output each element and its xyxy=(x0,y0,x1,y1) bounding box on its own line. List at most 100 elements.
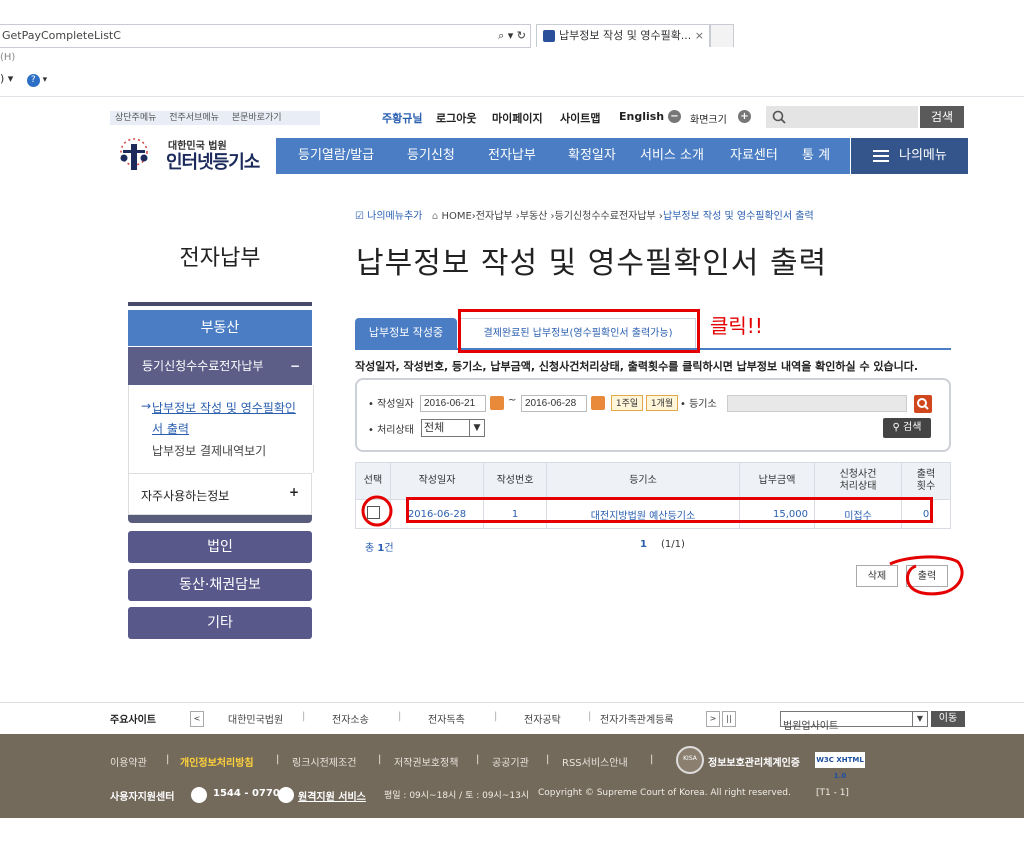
calendar-icon[interactable] xyxy=(591,396,605,410)
nav-item-apply[interactable]: 등기신청 xyxy=(407,138,455,174)
sidebar-item-corp[interactable]: 법인 xyxy=(128,531,312,563)
sidebar-favorites[interactable]: 자주사용하는정보 + xyxy=(128,473,312,515)
sidebar-link-payment-history[interactable]: 납부정보 결제내역보기 xyxy=(152,442,266,459)
status-label: • 처리상태 xyxy=(368,425,414,436)
footer-link-rss[interactable]: RSS서비스안내 xyxy=(562,754,628,769)
registry-input[interactable] xyxy=(727,395,907,412)
pause-icon[interactable]: || xyxy=(722,711,736,727)
footer-site-link[interactable]: 전자공탁 xyxy=(524,711,561,726)
search-input[interactable] xyxy=(766,106,918,128)
logout-link[interactable]: 로그아웃 xyxy=(436,110,476,126)
support-hours: 평일 : 09시~18시 / 토 : 09시~13시 xyxy=(384,791,530,801)
search-submit-label: 검색 xyxy=(903,422,922,433)
my-menu-button[interactable]: 나의메뉴 xyxy=(851,138,968,174)
nav-item-confirm-date[interactable]: 확정일자 xyxy=(568,138,616,174)
nav-item-service[interactable]: 서비스 소개 xyxy=(640,138,704,174)
sidebar-subheader-label: 등기신청수수료전자납부 xyxy=(142,359,264,373)
remote-support-link[interactable]: 원격지원 서비스 xyxy=(298,788,366,803)
guide-link[interactable]: 주황규닐 xyxy=(382,110,422,126)
expand-icon[interactable]: + xyxy=(289,485,299,499)
my-menu-label: 나의메뉴 xyxy=(899,148,947,163)
date-from-input[interactable] xyxy=(420,395,486,412)
skip-link[interactable]: 상단주메뉴 xyxy=(115,113,156,123)
tab-writing[interactable]: 납부정보 작성중 xyxy=(355,318,457,348)
zoom-in-icon[interactable]: + xyxy=(738,110,751,123)
add-my-menu-label: 나의메뉴추가 xyxy=(367,211,423,222)
period-1month-button[interactable]: 1개월 xyxy=(646,395,678,411)
court-emblem-icon[interactable] xyxy=(116,136,152,174)
sidebar-item-etc[interactable]: 기타 xyxy=(128,607,312,639)
menu-fragment[interactable]: (H) xyxy=(0,52,15,63)
nav-item-stats[interactable]: 통 계 xyxy=(802,138,830,174)
col-count: 출력 횟수 xyxy=(901,462,951,500)
col-amount: 납부금액 xyxy=(739,462,815,500)
help-icon[interactable]: ? xyxy=(26,74,40,87)
nav-item-view-issue[interactable]: 등기열람/발급 xyxy=(298,138,374,174)
go-button[interactable]: 이동 xyxy=(931,711,965,727)
sitemap-link[interactable]: 사이트맵 xyxy=(560,110,600,126)
next-icon[interactable]: > xyxy=(706,711,720,727)
date-to-input[interactable] xyxy=(521,395,587,412)
mypage-link[interactable]: 마이페이지 xyxy=(492,110,543,126)
kisa-icon: KISA xyxy=(676,746,704,774)
instructions-text: 작성일자, 작성번호, 등기소, 납부금액, 신청사건처리상태, 출력횟수를 클… xyxy=(355,360,919,373)
zoom-out-icon[interactable]: − xyxy=(668,110,681,123)
skip-link[interactable]: 본문바로가기 xyxy=(232,113,282,123)
add-my-menu-link[interactable]: ☑ 나의메뉴추가 xyxy=(355,211,422,222)
court-sites-select[interactable]: 법원업사이트 ▼ xyxy=(780,711,928,732)
registry-search-button[interactable] xyxy=(914,395,932,413)
hamburger-icon xyxy=(873,150,889,162)
sidebar-link-payment-print[interactable]: 납부정보 작성 및 영수필확인 xyxy=(152,399,296,416)
registry-label: • 등기소 xyxy=(680,399,717,410)
sidebar-subheader[interactable]: 등기신청수수료전자납부 − xyxy=(128,347,312,385)
annotation-click-text: 클릭!! xyxy=(710,314,763,338)
footer-site-link[interactable]: 전자소송 xyxy=(332,711,369,726)
col-registry: 등기소 xyxy=(546,462,740,500)
toolbar-fragment[interactable]: ) ▾ xyxy=(0,72,13,85)
page-info: (1/1) xyxy=(660,539,685,550)
footer-sites-bar: 주요사이트 < 대한민국법원 | 전자소송 | 전자독촉 | 전자공탁 | 전자… xyxy=(0,702,1024,733)
skip-link[interactable]: 전주서브메뉴 xyxy=(169,113,219,123)
new-tab-button[interactable] xyxy=(710,24,734,47)
home-icon: ⌂ xyxy=(431,211,439,222)
footer-site-link[interactable]: 전자독촉 xyxy=(428,711,465,726)
collapse-icon[interactable]: − xyxy=(290,347,300,385)
calendar-icon[interactable] xyxy=(490,396,504,410)
address-bar[interactable]: GetPayCompleteListC ⌕ ▾ ↻ xyxy=(0,24,531,48)
address-controls[interactable]: ⌕ ▾ ↻ xyxy=(498,25,526,47)
nav-item-epayment[interactable]: 전자납부 xyxy=(488,138,536,174)
annotation-circle-print xyxy=(889,555,964,596)
status-select[interactable]: 전체 ▼ xyxy=(421,419,485,437)
sidebar-item-realestate[interactable]: 부동산 xyxy=(128,310,312,346)
footer-site-link[interactable]: 전자가족관계등록 xyxy=(600,711,674,726)
footer-link-terms[interactable]: 이용약관 xyxy=(110,754,147,769)
breadcrumb-home[interactable]: HOME xyxy=(441,211,471,222)
isms-label: 정보보호관리체계인증 xyxy=(708,758,800,769)
breadcrumb: ☑ 나의메뉴추가 ⌂ HOME›전자납부 ›부동산 ›등기신청수수료전자납부 ›… xyxy=(355,207,814,222)
footer-link-linkpolicy[interactable]: 링크시전제조건 xyxy=(292,754,356,769)
logo-title[interactable]: 인터넷등기소 xyxy=(166,148,260,174)
english-link[interactable]: English xyxy=(619,110,664,123)
footer-site-link[interactable]: 대한민국법원 xyxy=(228,711,283,726)
sidebar-link-payment-print-cont[interactable]: 서 출력 xyxy=(152,420,189,437)
search-submit-button[interactable]: ⚲ 검색 xyxy=(883,418,931,438)
search-button[interactable]: 검색 xyxy=(920,106,964,128)
zoom-label: 화면크기 xyxy=(690,115,727,126)
sidebar-divider xyxy=(128,302,312,306)
kisa-label: KISA xyxy=(683,755,697,762)
breadcrumb-path: ›전자납부 ›부동산 ›등기신청수수료전자납부 › xyxy=(471,211,663,222)
browser-chrome: GetPayCompleteListC ⌕ ▾ ↻ 납부정보 작성 및 영수필확… xyxy=(0,0,1024,97)
footer-link-copyright[interactable]: 저작권보호정책 xyxy=(394,754,458,769)
footer-link-public[interactable]: 공공기관 xyxy=(492,754,529,769)
footer-main: 이용약관 | 개인정보처리방침 | 링크시전제조건 | 저작권보호정책 | 공공… xyxy=(0,734,1024,818)
search-icon xyxy=(917,398,929,410)
sidebar-item-movable[interactable]: 동산·채권담보 xyxy=(128,569,312,601)
footer-link-privacy[interactable]: 개인정보처리방침 xyxy=(180,754,254,769)
prev-icon[interactable]: < xyxy=(190,711,204,727)
nav-item-resources[interactable]: 자료센터 xyxy=(730,138,778,174)
footer-sites-label: 주요사이트 xyxy=(110,715,156,726)
period-1week-button[interactable]: 1주일 xyxy=(611,395,643,411)
browser-tab[interactable]: 납부정보 작성 및 영수필확... × xyxy=(536,24,710,47)
close-tab-icon[interactable]: × xyxy=(695,25,704,47)
page-current[interactable]: 1 xyxy=(640,539,647,550)
